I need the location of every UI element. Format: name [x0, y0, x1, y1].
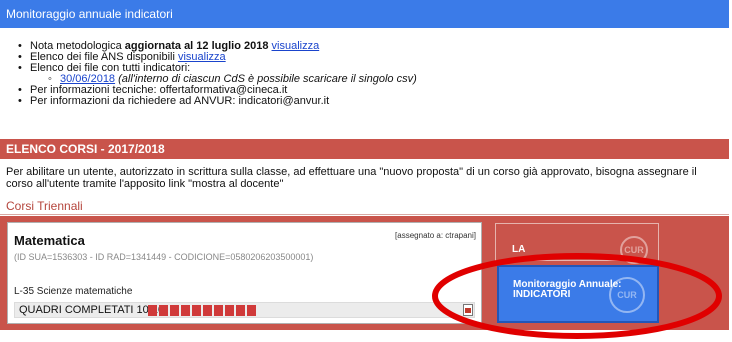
course-name: Matematica	[14, 233, 85, 248]
section-title: ELENCO CORSI - 2017/2018	[6, 142, 165, 156]
course-classe: L-35 Scienze matematiche	[14, 286, 133, 297]
quadri-label: QUADRI COMPLETATI 10/10	[19, 304, 165, 316]
quadri-row: QUADRI COMPLETATI 10/10	[14, 302, 475, 318]
header-bar: Monitoraggio annuale indicatori	[0, 0, 729, 28]
progress-segment	[247, 305, 256, 316]
la-button[interactable]: LA CUR	[495, 223, 659, 264]
progress-segment	[148, 305, 157, 316]
course-card: Matematica [assegnato a: ctrapani] (ID S…	[7, 222, 482, 324]
progress-segment	[170, 305, 179, 316]
progress-segment	[181, 305, 190, 316]
header-title: Monitoraggio annuale indicatori	[6, 7, 173, 21]
progress-segment	[214, 305, 223, 316]
progress-segment	[159, 305, 168, 316]
progress-bar	[148, 305, 256, 316]
divider	[0, 214, 729, 215]
section-description: Per abilitare un utente, autorizzato in …	[6, 166, 697, 190]
progress-segment	[203, 305, 212, 316]
progress-segment	[225, 305, 234, 316]
emblem-icon: CUR	[609, 277, 645, 313]
emblem-icon: CUR	[620, 236, 648, 264]
la-label: LA	[512, 244, 526, 255]
progress-segment	[236, 305, 245, 316]
pdf-icon[interactable]	[463, 304, 473, 316]
course-codes: (ID SUA=1536303 - ID RAD=1341449 - CODIC…	[14, 252, 314, 262]
monitoraggio-indicatori-button[interactable]: Monitoraggio Annuale: INDICATORI CUR	[497, 265, 659, 323]
section-bar: ELENCO CORSI - 2017/2018	[0, 139, 729, 159]
progress-segment	[192, 305, 201, 316]
nota-visualizza-link[interactable]: visualizza	[272, 40, 320, 52]
corsi-triennali-title: Corsi Triennali	[6, 199, 83, 213]
anvur-text: Per informazioni da richiedere ad ANVUR:…	[30, 95, 330, 107]
info-item-anvur: Per informazioni da richiedere ad ANVUR:…	[18, 95, 417, 108]
info-item-tutti: Elenco dei file con tutti indicatori: 30…	[18, 63, 417, 86]
assigned-label: [assegnato a: ctrapani]	[395, 231, 476, 240]
info-list: Nota metodologica aggiornata al 12 lugli…	[18, 40, 417, 108]
